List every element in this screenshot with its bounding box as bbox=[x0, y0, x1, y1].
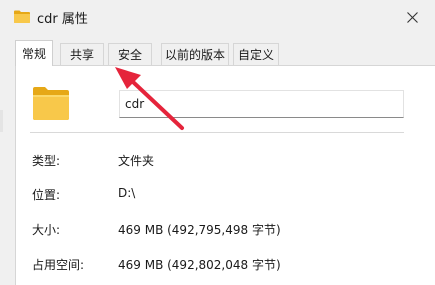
size-on-disk-value: 469 MB (492,802,048 字节) bbox=[118, 258, 281, 272]
size-value: 469 MB (492,795,498 字节) bbox=[118, 223, 281, 237]
tab-general[interactable]: 常规 bbox=[15, 40, 53, 66]
tab-label: 安全 bbox=[117, 48, 142, 62]
tab-label: 常规 bbox=[21, 47, 46, 61]
background-window-edge bbox=[0, 110, 3, 132]
tab-label: 自定义 bbox=[237, 48, 274, 62]
location-value: D:\ bbox=[118, 186, 136, 200]
folder-icon bbox=[14, 10, 30, 23]
type-value: 文件夹 bbox=[118, 154, 155, 168]
tab-previous-versions[interactable]: 以前的版本 bbox=[161, 43, 229, 65]
tab-sharing[interactable]: 共享 bbox=[60, 43, 104, 65]
folder-icon bbox=[33, 87, 69, 120]
divider bbox=[30, 132, 404, 133]
close-icon bbox=[406, 11, 418, 23]
tab-security[interactable]: 安全 bbox=[108, 43, 152, 65]
general-panel: 类型: 文件夹 位置: D:\ 大小: 469 MB (492,795,498 … bbox=[15, 65, 435, 285]
tab-strip: 常规 共享 安全 以前的版本 自定义 bbox=[15, 40, 425, 66]
size-on-disk-label: 占用空间: bbox=[32, 258, 85, 272]
location-label: 位置: bbox=[32, 188, 61, 202]
tab-customize[interactable]: 自定义 bbox=[233, 43, 279, 65]
title-bar: cdr 属性 bbox=[0, 0, 435, 34]
close-button[interactable] bbox=[389, 0, 435, 34]
tab-label: 以前的版本 bbox=[164, 48, 225, 62]
window-title: cdr 属性 bbox=[37, 12, 88, 27]
folder-name-input[interactable] bbox=[119, 90, 404, 118]
type-label: 类型: bbox=[32, 154, 61, 168]
size-label: 大小: bbox=[32, 223, 61, 237]
tab-label: 共享 bbox=[69, 48, 94, 62]
